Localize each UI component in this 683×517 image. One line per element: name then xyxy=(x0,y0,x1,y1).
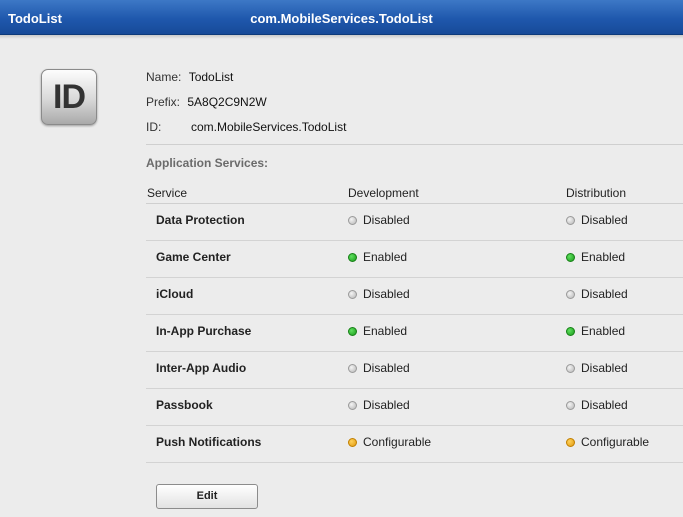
window-title: com.MobileServices.TodoList xyxy=(250,11,433,26)
development-status: Configurable xyxy=(348,435,431,449)
service-name: In-App Purchase xyxy=(156,324,252,338)
development-status: Enabled xyxy=(348,250,407,264)
distribution-status: Disabled xyxy=(566,398,628,412)
service-name: iCloud xyxy=(156,287,194,301)
distribution-status: Enabled xyxy=(566,250,625,264)
table-row: Game Center Enabled Enabled xyxy=(146,241,683,278)
service-name: Inter-App Audio xyxy=(156,361,247,375)
status-dot-icon xyxy=(566,364,575,373)
service-name: Passbook xyxy=(156,398,213,412)
status-dot-icon xyxy=(566,438,575,447)
title-bar: TodoList com.MobileServices.TodoList xyxy=(0,0,683,35)
id-row: ID: com.MobileServices.TodoList xyxy=(146,120,346,134)
table-row: Passbook Disabled Disabled xyxy=(146,389,683,426)
service-name: Game Center xyxy=(156,250,231,264)
development-status: Disabled xyxy=(348,398,410,412)
title-bar-shadow xyxy=(0,35,683,39)
status-dot-icon xyxy=(566,253,575,262)
status-dot-icon xyxy=(566,290,575,299)
header-divider xyxy=(146,144,683,145)
distribution-status: Enabled xyxy=(566,324,625,338)
table-row: Push Notifications Configurable Configur… xyxy=(146,426,683,463)
distribution-status: Disabled xyxy=(566,213,628,227)
status-dot-icon xyxy=(566,327,575,336)
development-status: Disabled xyxy=(348,287,410,301)
table-row: In-App Purchase Enabled Enabled xyxy=(146,315,683,352)
status-dot-icon xyxy=(348,401,357,410)
name-label: Name: xyxy=(146,70,182,84)
status-dot-icon xyxy=(566,401,575,410)
distribution-status: Configurable xyxy=(566,435,649,449)
column-header-development: Development xyxy=(348,186,419,200)
distribution-status: Disabled xyxy=(566,361,628,375)
name-row: Name: TodoList xyxy=(146,70,233,84)
table-row: Data Protection Disabled Disabled xyxy=(146,204,683,241)
column-header-service: Service xyxy=(147,186,188,200)
table-row: Inter-App Audio Disabled Disabled xyxy=(146,352,683,389)
status-dot-icon xyxy=(348,216,357,225)
status-dot-icon xyxy=(348,364,357,373)
status-dot-icon xyxy=(348,438,357,447)
column-header-distribution: Distribution xyxy=(566,186,627,200)
development-status: Enabled xyxy=(348,324,407,338)
prefix-value: 5A8Q2C9N2W xyxy=(187,95,267,109)
status-dot-icon xyxy=(348,253,357,262)
row-divider xyxy=(146,462,683,463)
section-title: Application Services: xyxy=(146,156,269,170)
id-value: com.MobileServices.TodoList xyxy=(191,120,347,134)
id-label: ID: xyxy=(146,120,162,134)
development-status: Disabled xyxy=(348,361,410,375)
app-id-icon: ID xyxy=(41,69,97,125)
prefix-row: Prefix: 5A8Q2C9N2W xyxy=(146,95,267,109)
prefix-label: Prefix: xyxy=(146,95,181,109)
name-value: TodoList xyxy=(188,70,234,84)
status-dot-icon xyxy=(566,216,575,225)
service-name: Data Protection xyxy=(156,213,245,227)
status-dot-icon xyxy=(348,327,357,336)
status-dot-icon xyxy=(348,290,357,299)
development-status: Disabled xyxy=(348,213,410,227)
edit-button[interactable]: Edit xyxy=(156,484,258,509)
table-row: iCloud Disabled Disabled xyxy=(146,278,683,315)
distribution-status: Disabled xyxy=(566,287,628,301)
service-name: Push Notifications xyxy=(156,435,262,449)
